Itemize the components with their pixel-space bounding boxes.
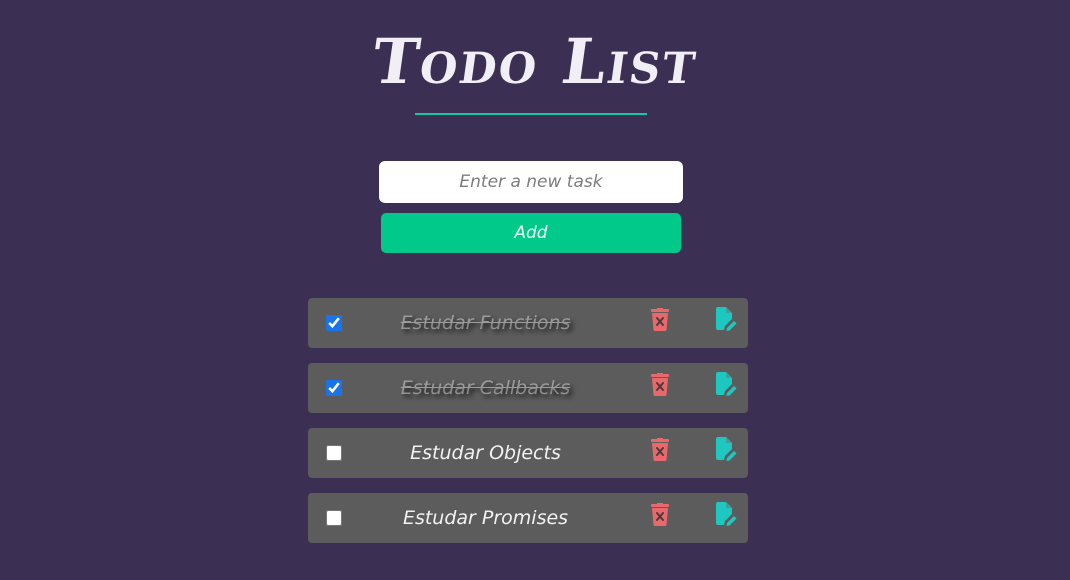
- new-task-input[interactable]: [379, 161, 683, 203]
- edit-task-button[interactable]: [715, 437, 737, 461]
- add-task-button[interactable]: Add: [381, 213, 681, 253]
- file-edit-icon: [716, 437, 737, 461]
- delete-task-button[interactable]: [650, 308, 670, 332]
- task-item: Estudar Callbacks: [308, 363, 748, 413]
- delete-task-button[interactable]: [650, 438, 670, 462]
- page-title: Todo List: [367, 25, 703, 98]
- task-label: Estudar Callbacks: [400, 377, 571, 399]
- task-label: Estudar Functions: [400, 312, 571, 334]
- file-edit-icon: [716, 307, 737, 331]
- delete-task-button[interactable]: [650, 503, 670, 527]
- title-underline: [415, 113, 647, 115]
- edit-task-button[interactable]: [715, 307, 737, 331]
- file-edit-icon: [716, 372, 737, 396]
- task-list: Estudar Functions Estudar Callbacks Estu…: [308, 298, 748, 558]
- trash-x-icon: [651, 373, 669, 396]
- task-label: Estudar Objects: [410, 442, 561, 464]
- task-item: Estudar Promises: [308, 493, 748, 543]
- task-checkbox[interactable]: [326, 445, 342, 461]
- task-label: Estudar Promises: [402, 507, 569, 529]
- task-checkbox[interactable]: [326, 510, 342, 526]
- trash-x-icon: [651, 438, 669, 461]
- task-checkbox[interactable]: [326, 315, 342, 331]
- delete-task-button[interactable]: [650, 373, 670, 397]
- task-item: Estudar Objects: [308, 428, 748, 478]
- todo-app: Todo List Add Estudar Functions: [0, 0, 1070, 580]
- edit-task-button[interactable]: [715, 372, 737, 396]
- task-checkbox[interactable]: [326, 380, 342, 396]
- file-edit-icon: [716, 502, 737, 526]
- trash-x-icon: [651, 308, 669, 331]
- task-item: Estudar Functions: [308, 298, 748, 348]
- edit-task-button[interactable]: [715, 502, 737, 526]
- trash-x-icon: [651, 503, 669, 526]
